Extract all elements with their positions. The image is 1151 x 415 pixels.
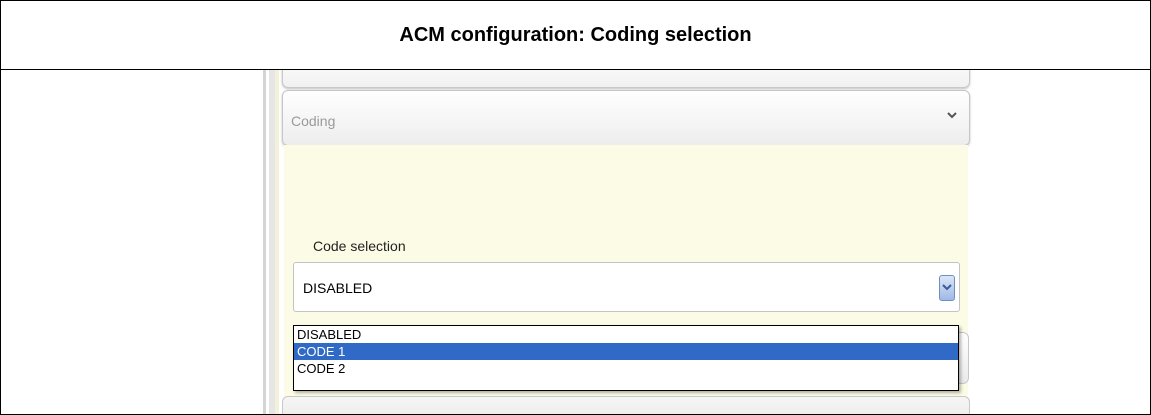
screenshot-area: Coding Code selection DISABLED DISABLED … [1, 70, 1150, 414]
figure-frame: ACM configuration: Coding selection Codi… [0, 0, 1151, 415]
coding-panel-label: Coding [291, 113, 336, 129]
code-selection-value: DISABLED [303, 280, 373, 296]
code-selection-options-list[interactable]: DISABLED CODE 1 CODE 2 [293, 325, 959, 391]
option-code-2[interactable]: CODE 2 [294, 360, 958, 377]
chevron-down-icon [942, 284, 952, 291]
left-rail-accent [275, 70, 279, 414]
caption-title: ACM configuration: Coding selection [399, 23, 752, 46]
next-panel-header[interactable] [282, 396, 970, 414]
option-disabled[interactable]: DISABLED [294, 326, 958, 343]
caption-row: ACM configuration: Coding selection [1, 1, 1150, 70]
code-selection-select[interactable]: DISABLED [293, 262, 960, 312]
chevron-down-icon[interactable] [945, 108, 959, 122]
coding-panel-header[interactable]: Coding [282, 90, 970, 146]
option-code-1[interactable]: CODE 1 [294, 343, 958, 360]
code-selection-label: Code selection [313, 238, 406, 254]
previous-panel-header[interactable] [282, 70, 970, 88]
left-rail [263, 70, 266, 414]
dropdown-button[interactable] [939, 275, 955, 301]
